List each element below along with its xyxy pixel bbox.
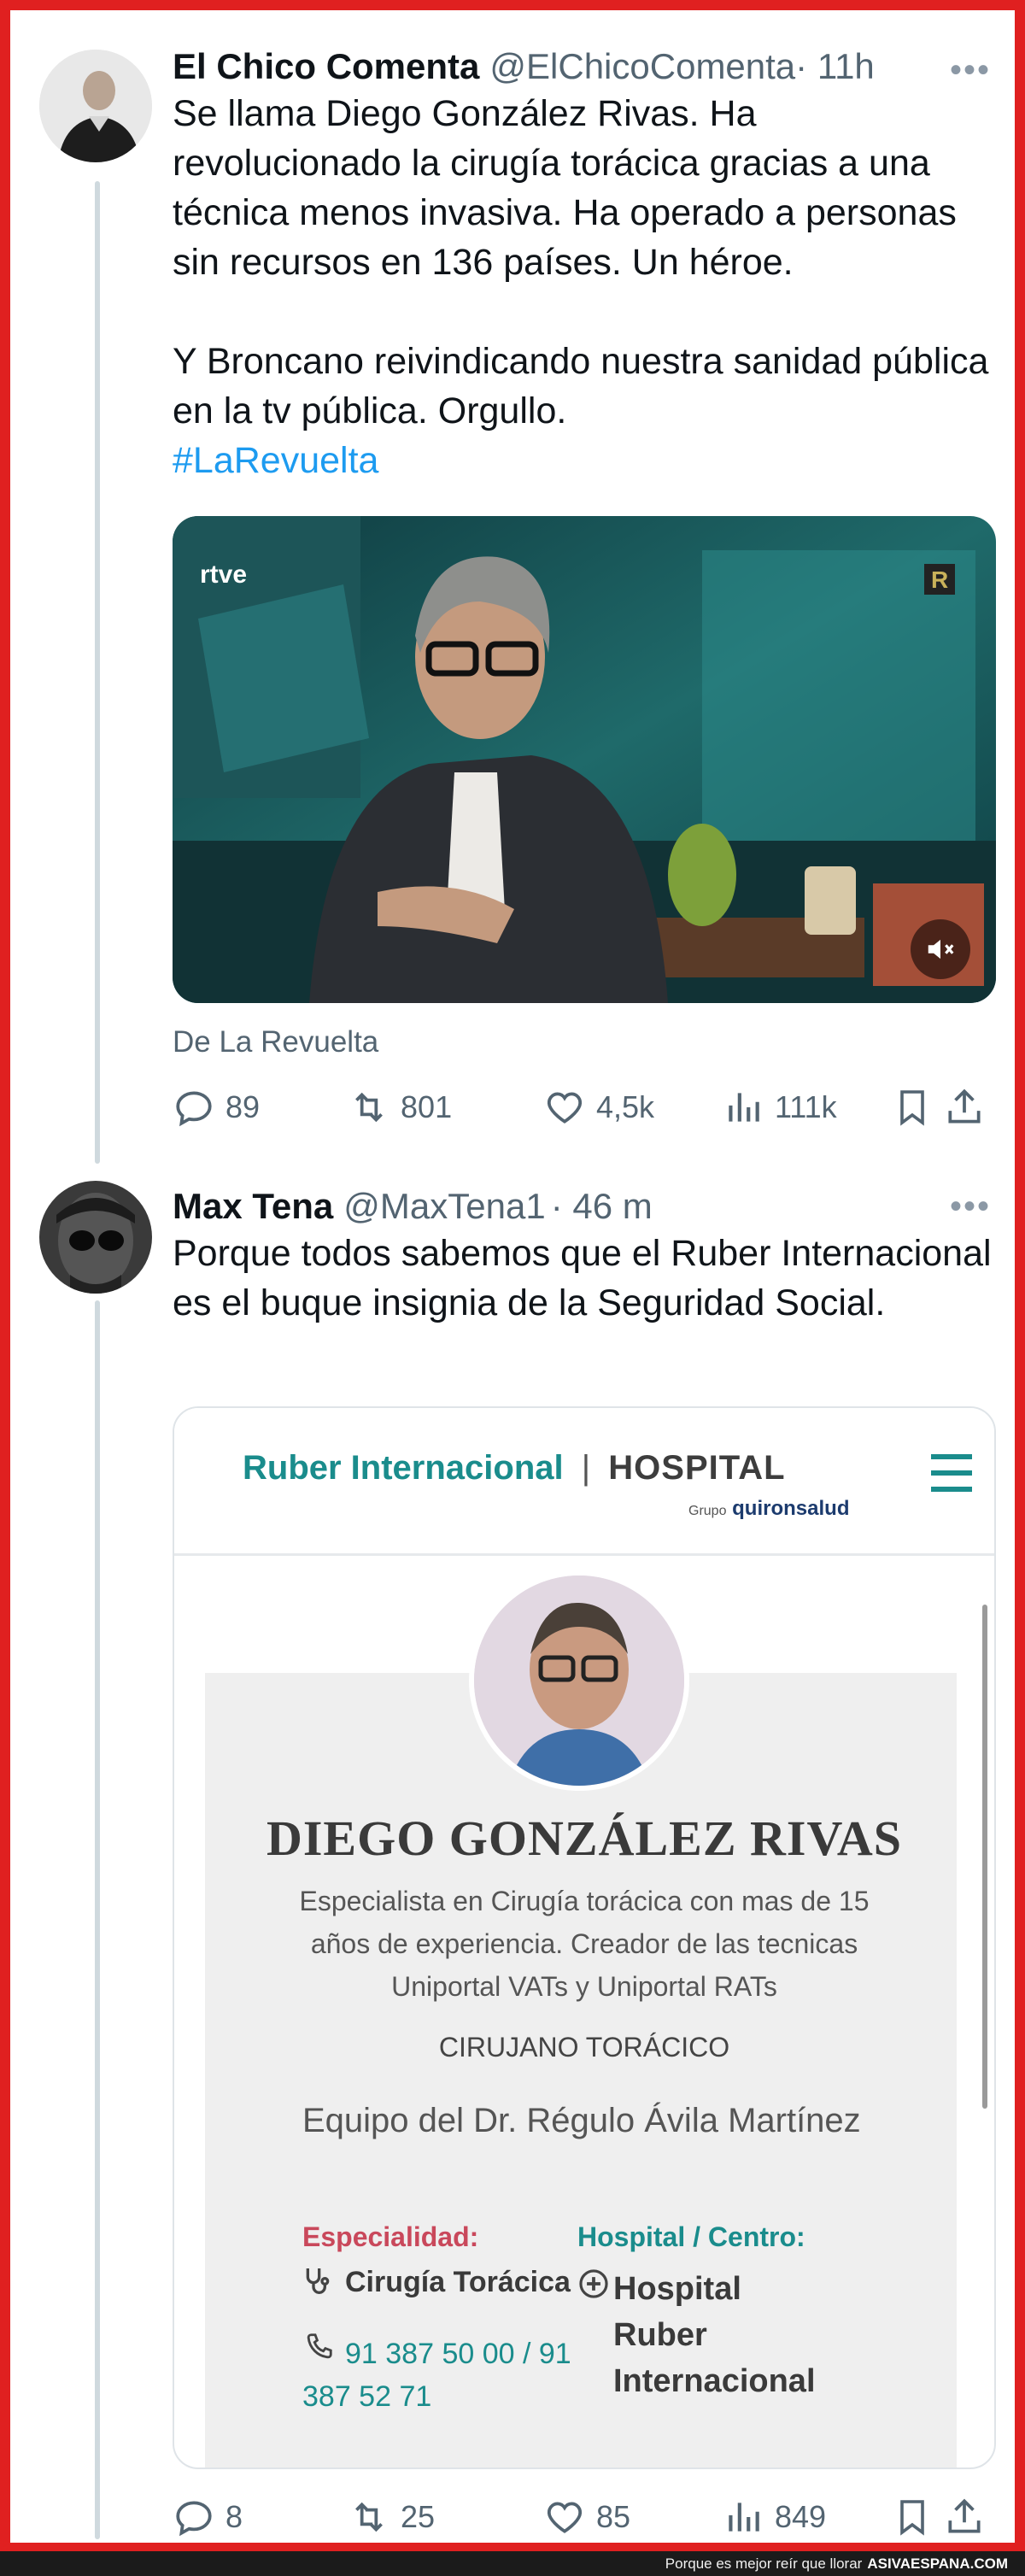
avatar[interactable] bbox=[39, 50, 152, 162]
specialty-label: Especialidad: bbox=[302, 2221, 479, 2252]
reply-button[interactable]: 8 bbox=[173, 2496, 348, 2538]
views-button[interactable]: 111k bbox=[722, 1086, 892, 1129]
doctor-role: CIRUJANO TORÁCICO bbox=[438, 2032, 730, 2063]
brand-name: Ruber Internacional bbox=[243, 1449, 564, 1487]
show-badge: R bbox=[931, 566, 948, 593]
retweet-icon bbox=[355, 1092, 383, 1123]
brand-separator: | bbox=[581, 1449, 591, 1487]
mute-button[interactable] bbox=[911, 919, 970, 979]
action-bar: 89 801 4,5k 111k bbox=[173, 1082, 996, 1133]
video-thumbnail: rtve R bbox=[173, 516, 996, 1003]
tweet-text: Porque todos sabemos que el Ruber Intern… bbox=[173, 1233, 992, 1323]
doctor-description: Especialista en Cirugía torácica con mas… bbox=[299, 1886, 870, 2002]
doctor-photo bbox=[469, 1570, 689, 1791]
retweet-count: 801 bbox=[401, 1089, 453, 1124]
action-bar: 8 25 85 849 bbox=[173, 2491, 996, 2543]
retweet-button[interactable]: 801 bbox=[348, 1086, 543, 1129]
footer-site[interactable]: ASIVAESPANA.COM bbox=[867, 2555, 1008, 2573]
doctor-portrait bbox=[474, 1576, 684, 1786]
view-count: 111k bbox=[774, 1089, 837, 1124]
timestamp[interactable]: · 11h bbox=[795, 44, 875, 89]
site-logo: Ruber Internacional | HOSPITAL bbox=[243, 1449, 786, 1488]
group-label: Grupo bbox=[688, 1504, 727, 1518]
views-button[interactable]: 849 bbox=[722, 2496, 892, 2538]
avatar[interactable] bbox=[39, 1181, 152, 1294]
more-options-icon[interactable]: ••• bbox=[950, 53, 991, 87]
reply-count: 8 bbox=[226, 2499, 243, 2534]
bookmark-icon bbox=[900, 1090, 924, 1126]
video-source[interactable]: De La Revuelta bbox=[173, 1025, 378, 1059]
heart-icon bbox=[547, 2502, 582, 2533]
like-button[interactable]: 85 bbox=[543, 2496, 722, 2538]
share-button[interactable] bbox=[943, 1086, 996, 1129]
footer-tagline: Porque es mejor reír que llorar bbox=[665, 2555, 863, 2572]
bookmark-button[interactable] bbox=[892, 2496, 943, 2538]
hamburger-menu-button[interactable] bbox=[928, 1451, 975, 1495]
share-icon bbox=[948, 2498, 981, 2533]
heart-icon bbox=[547, 1092, 582, 1124]
tweet-text: Se llama Diego González Rivas. Ha revolu… bbox=[173, 93, 989, 431]
user-handle[interactable]: @MaxTena1 bbox=[343, 1184, 545, 1229]
group-name: quironsalud bbox=[732, 1497, 850, 1520]
stethoscope-icon bbox=[306, 2268, 330, 2294]
timestamp[interactable]: · 46 m bbox=[551, 1184, 653, 1229]
group-logo: Grupo quironsalud bbox=[688, 1497, 849, 1521]
bookmark-button[interactable] bbox=[892, 1086, 943, 1129]
tweet-header: Max Tena @MaxTena1 · 46 m bbox=[173, 1184, 993, 1229]
share-button[interactable] bbox=[943, 2496, 996, 2538]
display-name[interactable]: El Chico Comenta bbox=[173, 44, 479, 89]
retweet-count: 25 bbox=[401, 2499, 436, 2534]
avatar-image bbox=[39, 1181, 152, 1294]
tweet[interactable]: Max Tena @MaxTena1 · 46 m Porque todos s… bbox=[10, 1155, 1015, 2543]
reply-icon bbox=[176, 2501, 212, 2537]
like-count: 4,5k bbox=[595, 1089, 654, 1124]
like-button[interactable]: 4,5k bbox=[543, 1086, 722, 1129]
doctor-name: DIEGO GONZÁLEZ RIVAS bbox=[266, 1810, 903, 1866]
retweet-button[interactable]: 25 bbox=[348, 2496, 543, 2538]
tweet-header: El Chico Comenta @ElChicoComenta · 11h bbox=[173, 44, 993, 89]
phone-link[interactable]: 91 387 50 00 / 91 387 52 71 bbox=[302, 2332, 593, 2418]
view-count: 849 bbox=[774, 2499, 827, 2534]
team-name: Equipo del Dr. Régulo Ávila Martínez bbox=[302, 2102, 861, 2139]
center-value: Hospital Ruber Internacional bbox=[613, 2271, 816, 2399]
hashtag-link[interactable]: #LaRevuelta bbox=[173, 436, 993, 485]
screenshot-image[interactable]: Ruber Internacional | HOSPITAL Grupo qui… bbox=[173, 1406, 996, 2469]
hospital-cross-icon bbox=[579, 2269, 608, 2298]
channel-logo: rtve bbox=[200, 560, 247, 589]
tweet-thread: El Chico Comenta @ElChicoComenta · 11h S… bbox=[10, 10, 1015, 2543]
user-handle[interactable]: @ElChicoComenta bbox=[489, 44, 795, 89]
hospital-label: HOSPITAL bbox=[608, 1449, 786, 1487]
more-options-icon[interactable]: ••• bbox=[950, 1189, 991, 1223]
menu-icon bbox=[931, 1454, 972, 1492]
reply-button[interactable]: 89 bbox=[173, 1086, 348, 1129]
watermark-footer: Porque es mejor reír que llorar ASIVAESP… bbox=[0, 2551, 1025, 2576]
reply-count: 89 bbox=[226, 1089, 261, 1124]
center-label: Hospital / Centro: bbox=[577, 2221, 805, 2252]
views-icon bbox=[729, 2503, 759, 2532]
site-header: Ruber Internacional | HOSPITAL Grupo qui… bbox=[174, 1408, 994, 1556]
video-player[interactable]: rtve R bbox=[173, 516, 996, 1003]
avatar-image bbox=[39, 50, 152, 162]
like-count: 85 bbox=[595, 2499, 630, 2534]
retweet-icon bbox=[355, 2502, 383, 2532]
mute-icon bbox=[928, 939, 954, 959]
specialty-value: Cirugía Torácica bbox=[345, 2266, 571, 2298]
tweet[interactable]: El Chico Comenta @ElChicoComenta · 11h S… bbox=[10, 10, 1015, 1155]
views-icon bbox=[729, 1093, 759, 1122]
display-name[interactable]: Max Tena bbox=[173, 1184, 333, 1229]
share-icon bbox=[948, 1088, 981, 1124]
reply-icon bbox=[176, 1091, 212, 1127]
bookmark-icon bbox=[900, 2500, 924, 2536]
